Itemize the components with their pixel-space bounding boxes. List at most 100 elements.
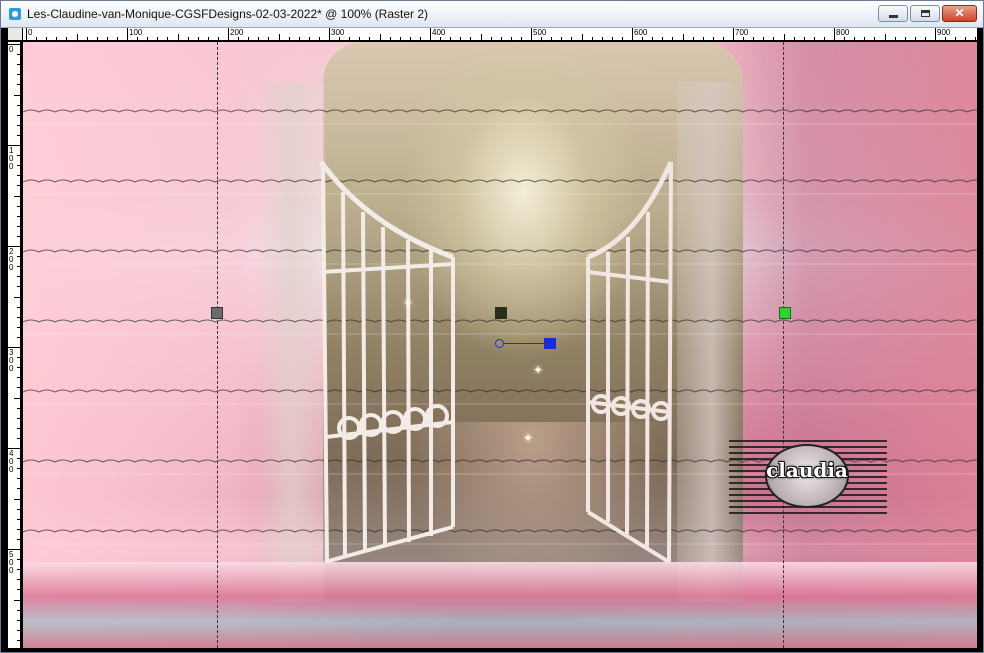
ruler-tick (17, 155, 20, 157)
ruler-tick (17, 266, 20, 268)
ruler-tick (834, 28, 835, 40)
close-icon: ✕ (954, 6, 965, 20)
ruler-tick (17, 528, 20, 530)
ruler-tick (17, 407, 20, 409)
ruler-label: 1 0 0 (9, 146, 14, 171)
image-canvas[interactable]: ✦ ✦ ✦ claudia (23, 42, 977, 648)
rotation-pivot-handle[interactable] (495, 339, 504, 348)
ruler-tick (14, 599, 20, 601)
wave-line (23, 179, 977, 183)
canvas-area[interactable]: 0 100 200 300 400 500 600 700 800 900 0 1 0 0 2 0 0… (1, 28, 983, 652)
rotation-handle[interactable] (544, 338, 556, 349)
ruler-tick (864, 37, 866, 40)
ruler-tick (36, 37, 38, 40)
ruler-tick (17, 579, 20, 581)
ruler-label: 900 (937, 28, 951, 37)
ruler-tick (743, 37, 745, 40)
ruler-tick (137, 37, 139, 40)
ruler-label: 300 (331, 28, 345, 37)
ruler-tick (884, 34, 886, 40)
ruler-tick (733, 28, 734, 40)
ruler-tick (17, 235, 20, 237)
ruler-tick (17, 74, 20, 76)
wave-line (23, 249, 977, 253)
wave-line (23, 109, 977, 113)
ruler-tick (399, 37, 401, 40)
ruler-tick (581, 34, 583, 40)
ruler-tick (652, 37, 654, 40)
ruler-tick (17, 225, 20, 227)
ruler-tick (531, 28, 532, 40)
ruler-tick (17, 589, 20, 591)
ruler-tick (238, 37, 240, 40)
vertical-guide-left[interactable] (217, 42, 218, 648)
ruler-tick (17, 205, 20, 207)
minimize-button[interactable] (878, 5, 908, 22)
ruler-tick (17, 437, 20, 439)
ruler-label: 2 0 0 (9, 247, 14, 272)
ruler-tick (228, 28, 229, 40)
ruler-tick (66, 37, 68, 40)
ruler-tick (14, 498, 20, 500)
maximize-button[interactable] (910, 5, 940, 22)
ruler-tick (167, 37, 169, 40)
window-title: Les-Claudine-van-Monique-CGSFDesigns-02-… (27, 7, 429, 21)
app-document-icon[interactable] (9, 8, 21, 20)
ruler-tick (17, 64, 20, 66)
ruler-tick (258, 37, 260, 40)
horizontal-ruler[interactable]: 0 100 200 300 400 500 600 700 800 900 (23, 28, 977, 41)
ruler-tick (510, 37, 512, 40)
vertical-ruler[interactable]: 0 1 0 0 2 0 0 3 0 0 4 0 0 5 0 0 (8, 42, 21, 648)
ruler-tick (17, 215, 20, 217)
minimize-icon (889, 15, 898, 18)
ruler-tick (96, 37, 98, 40)
ruler-tick (793, 37, 795, 40)
deform-handle-center[interactable] (495, 307, 507, 319)
ruler-tick (17, 326, 20, 328)
ruler-label: 3 0 0 (9, 348, 14, 373)
deform-handle-right[interactable] (779, 307, 791, 319)
ruler-tick (662, 37, 664, 40)
ruler-tick (379, 34, 381, 40)
ruler-tick (763, 37, 765, 40)
rotation-arm (504, 343, 544, 344)
ruler-tick (308, 37, 310, 40)
ruler-tick (329, 28, 330, 40)
ruler-tick (17, 468, 20, 470)
ruler-tick (975, 37, 977, 40)
ruler-tick (480, 34, 482, 40)
ruler-tick (17, 639, 20, 641)
ruler-tick (127, 28, 128, 40)
ruler-tick (591, 37, 593, 40)
wave-line (23, 529, 977, 533)
ruler-tick (26, 28, 27, 40)
close-button[interactable]: ✕ (942, 5, 977, 22)
ruler-tick (14, 195, 20, 197)
ruler-tick (692, 37, 694, 40)
ruler-tick (17, 357, 20, 359)
ruler-tick (803, 37, 805, 40)
ruler-tick (349, 37, 351, 40)
ruler-tick (217, 37, 219, 40)
deform-handle-left[interactable] (211, 307, 223, 319)
ruler-label: 800 (836, 28, 850, 37)
ruler-tick (187, 37, 189, 40)
vertical-guide-right[interactable] (783, 42, 784, 648)
ruler-tick (17, 377, 20, 379)
ruler-tick (318, 37, 320, 40)
ruler-tick (722, 37, 724, 40)
ruler-tick (753, 37, 755, 40)
ruler-tick (460, 37, 462, 40)
ruler-tick (17, 175, 20, 177)
ruler-tick (157, 37, 159, 40)
ruler-tick (76, 34, 78, 40)
sparkle-icon: ✦ (523, 431, 534, 445)
ruler-tick (369, 37, 371, 40)
ruler-tick (359, 37, 361, 40)
ruler-tick (621, 37, 623, 40)
watermark-text: claudia (766, 458, 848, 482)
title-bar[interactable]: Les-Claudine-van-Monique-CGSFDesigns-02-… (1, 1, 983, 28)
ruler-tick (298, 37, 300, 40)
ruler-tick (248, 37, 250, 40)
ruler-tick (14, 94, 20, 96)
